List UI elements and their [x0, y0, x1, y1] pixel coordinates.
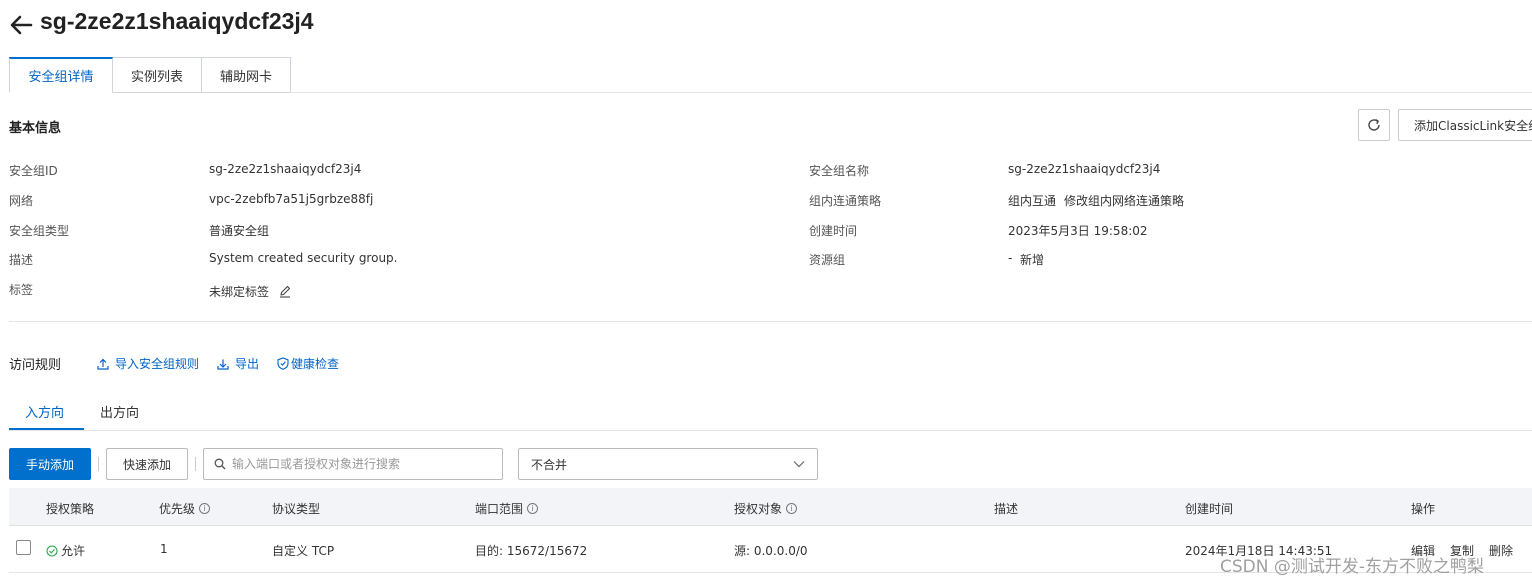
intra-group-policy-label: 组内连通策略: [809, 194, 882, 208]
merge-select[interactable]: 不合并: [518, 448, 818, 480]
created-time-value: 2023年5月3日 19:58:02: [1008, 224, 1148, 238]
search-box: [203, 448, 503, 480]
import-rules-button[interactable]: 导入安全组规则: [97, 355, 199, 372]
upload-icon: [97, 358, 109, 370]
col-operations-label: 操作: [1411, 502, 1436, 516]
col-port-label: 端口范围: [475, 502, 524, 516]
edit-tags-icon[interactable]: [278, 284, 292, 298]
col-object: 授权对象 i: [734, 500, 798, 517]
quick-add-button[interactable]: 快速添加: [106, 448, 188, 480]
download-icon: [217, 359, 229, 370]
back-arrow-icon[interactable]: [9, 14, 33, 36]
refresh-icon: [1368, 119, 1380, 131]
row-checkbox[interactable]: [16, 540, 31, 555]
description-value: System created security group.: [209, 251, 398, 265]
port-info-icon[interactable]: i: [527, 503, 539, 514]
toolbar-separator: [195, 457, 196, 471]
check-circle-icon: [46, 544, 58, 557]
tab-outbound[interactable]: 出方向: [100, 402, 139, 421]
col-priority-label: 优先级: [159, 502, 196, 516]
network-label: 网络: [9, 194, 34, 208]
col-protocol: 协议类型: [272, 500, 320, 517]
shield-check-icon: [277, 357, 289, 370]
col-operations: 操作: [1411, 500, 1435, 517]
row-protocol: 自定义 TCP: [272, 544, 335, 558]
merge-select-value: 不合并: [531, 457, 568, 472]
import-rules-label: 导入安全组规则: [115, 357, 200, 371]
tab-secondary-eni[interactable]: 辅助网卡: [202, 57, 291, 93]
resource-group-label: 资源组: [809, 253, 846, 267]
search-icon: [214, 458, 226, 470]
export-button[interactable]: 导出: [217, 355, 259, 372]
sg-type-label: 安全组类型: [9, 224, 70, 238]
row-object: 源: 0.0.0.0/0: [734, 544, 808, 558]
intra-group-policy-value: 组内互通: [1008, 194, 1057, 208]
col-created-label: 创建时间: [1185, 502, 1234, 516]
add-resource-group-link[interactable]: 新增: [1020, 251, 1044, 268]
col-created: 创建时间: [1185, 500, 1233, 517]
description-label: 描述: [9, 253, 34, 267]
sg-type-value: 普通安全组: [209, 224, 270, 238]
col-policy: 授权策略: [46, 500, 94, 517]
basic-info-title: 基本信息: [9, 121, 62, 136]
manual-add-button[interactable]: 手动添加: [9, 448, 91, 480]
tab-instance-list[interactable]: 实例列表: [113, 57, 202, 93]
created-time-label: 创建时间: [809, 224, 858, 238]
tab-inbound[interactable]: 入方向: [25, 402, 64, 421]
chevron-down-icon: [793, 461, 805, 468]
sub-tabs-divider: [9, 430, 1532, 431]
sg-id-value: sg-2ze2z1shaaiqydcf23j4: [209, 162, 362, 176]
col-policy-label: 授权策略: [46, 502, 95, 516]
priority-info-icon[interactable]: i: [199, 503, 211, 514]
object-info-icon[interactable]: i: [786, 503, 798, 514]
access-rules-title: 访问规则: [9, 358, 62, 373]
sg-id-label: 安全组ID: [9, 164, 58, 178]
toolbar-separator: [98, 457, 99, 471]
export-label: 导出: [235, 357, 260, 371]
search-input[interactable]: [232, 457, 492, 471]
col-protocol-label: 协议类型: [272, 502, 321, 516]
col-description: 描述: [994, 500, 1018, 517]
tags-label: 标签: [9, 283, 34, 297]
delete-rule-link[interactable]: 删除: [1489, 542, 1513, 559]
tabs-divider: [290, 92, 1532, 93]
resource-group-value: -: [1008, 251, 1013, 265]
row-policy: 允许: [46, 542, 85, 559]
health-check-button[interactable]: 健康检查: [277, 355, 339, 372]
tab-security-group-details[interactable]: 安全组详情: [9, 57, 113, 93]
health-check-label: 健康检查: [291, 357, 340, 371]
detail-tabs: 安全组详情 实例列表 辅助网卡: [9, 57, 291, 93]
section-divider: [9, 321, 1532, 322]
col-port: 端口范围 i: [475, 500, 539, 517]
col-description-label: 描述: [994, 502, 1019, 516]
refresh-button[interactable]: [1358, 109, 1390, 141]
sg-name-value: sg-2ze2z1shaaiqydcf23j4: [1008, 162, 1161, 176]
row-port: 目的: 15672/15672: [475, 544, 588, 558]
sg-name-label: 安全组名称: [809, 164, 870, 178]
col-priority: 优先级 i: [159, 500, 211, 517]
page-title: sg-2ze2z1shaaiqydcf23j4: [40, 8, 314, 34]
col-object-label: 授权对象: [734, 502, 783, 516]
row-priority: 1: [160, 542, 168, 556]
active-tab-indicator: [9, 428, 84, 430]
watermark-text: CSDN @测试开发-东方不败之鸭梨: [1220, 557, 1485, 577]
tags-value: 未绑定标签: [209, 285, 270, 299]
modify-intra-policy-link[interactable]: 修改组内网络连通策略: [1064, 192, 1184, 209]
add-classiclink-button[interactable]: 添加ClassicLink安全组: [1398, 109, 1532, 141]
vpc-link[interactable]: vpc-2zebfb7a51j5grbze88fj: [209, 192, 373, 206]
row-policy-label: 允许: [61, 544, 86, 558]
